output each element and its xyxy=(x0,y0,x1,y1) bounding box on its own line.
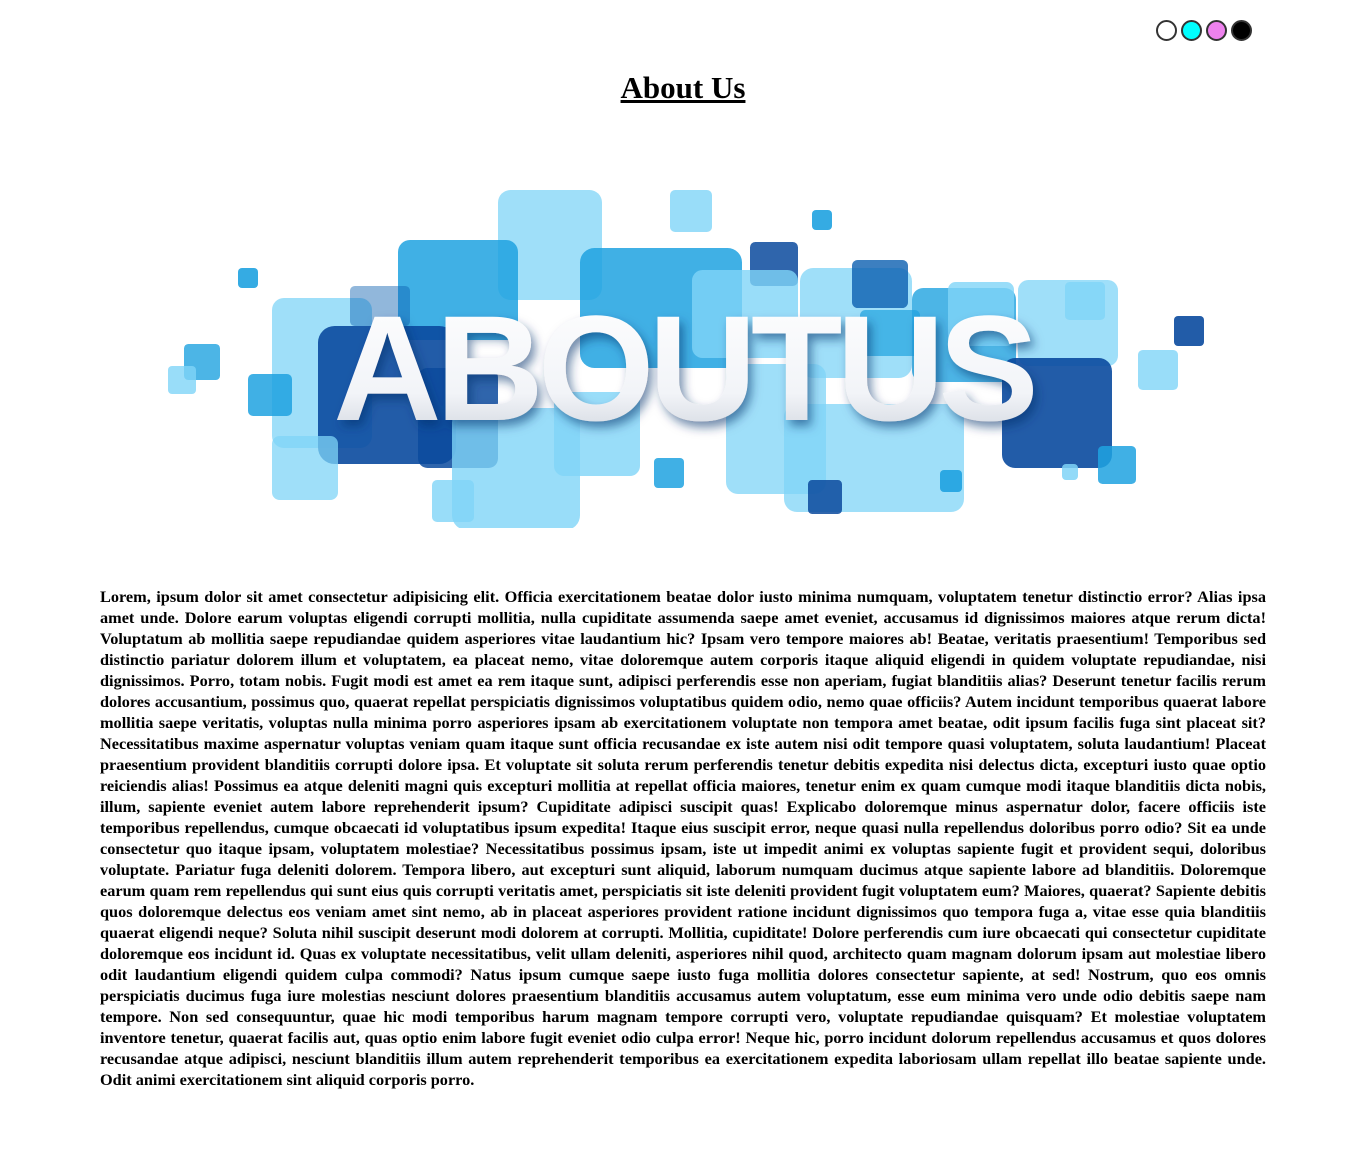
decorative-square xyxy=(808,480,842,514)
theme-cyan-button[interactable] xyxy=(1181,20,1202,41)
decorative-square xyxy=(1065,282,1105,320)
decorative-square xyxy=(248,374,292,416)
about-us-banner-image: ABOUTUS xyxy=(160,178,1210,528)
page-title: About Us xyxy=(620,70,746,105)
about-description-paragraph: Lorem, ipsum dolor sit amet consectetur … xyxy=(100,587,1266,1089)
decorative-square xyxy=(654,458,684,488)
decorative-square xyxy=(1098,446,1136,484)
decorative-square xyxy=(432,480,474,522)
decorative-square xyxy=(238,268,258,288)
decorative-square xyxy=(168,366,196,394)
theme-violet-button[interactable] xyxy=(1206,20,1227,41)
decorative-square xyxy=(1138,350,1178,390)
decorative-square xyxy=(272,436,338,500)
decorative-square xyxy=(940,470,962,492)
theme-black-button[interactable] xyxy=(1231,20,1252,41)
decorative-square xyxy=(1174,316,1204,346)
decorative-square xyxy=(1062,464,1078,480)
about-us-banner-graphic: ABOUTUS xyxy=(168,190,1204,528)
about-us-banner-text: ABOUTUS xyxy=(333,284,1034,452)
decorative-square xyxy=(670,190,712,232)
decorative-square xyxy=(812,210,832,230)
theme-white-button[interactable] xyxy=(1156,20,1177,41)
theme-switcher xyxy=(1156,20,1252,41)
